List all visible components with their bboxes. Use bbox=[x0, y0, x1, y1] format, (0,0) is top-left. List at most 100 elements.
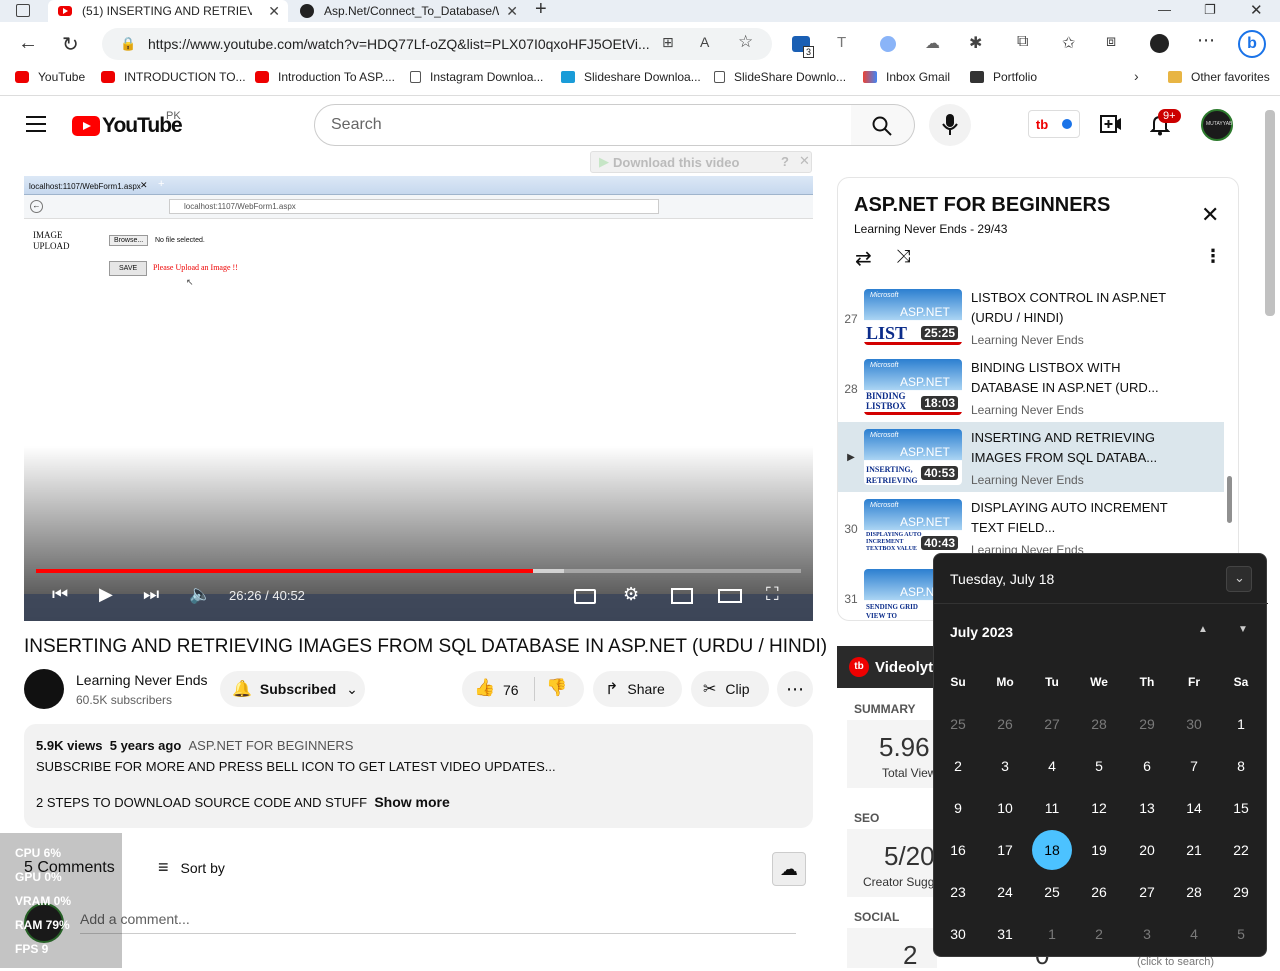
calendar-day[interactable]: 1 bbox=[1218, 704, 1264, 744]
next-month-icon[interactable]: ▼ bbox=[1238, 624, 1248, 635]
previous-month-icon[interactable]: ▲ bbox=[1198, 624, 1208, 635]
dislike-icon[interactable]: 👎 bbox=[546, 678, 567, 698]
other-favorites[interactable]: Other favorites bbox=[1168, 70, 1270, 84]
subscribed-button[interactable]: 🔔 Subscribed ⌄ bbox=[220, 671, 365, 707]
create-video-icon[interactable] bbox=[1100, 115, 1122, 133]
calendar-day[interactable]: 8 bbox=[1218, 746, 1264, 786]
theater-mode-icon[interactable] bbox=[718, 589, 742, 603]
bookmark-slideshare-1[interactable]: Slideshare Downloa... bbox=[561, 70, 701, 84]
calendar-day[interactable]: 3 bbox=[982, 746, 1028, 786]
voice-search-button[interactable] bbox=[929, 104, 971, 146]
bookmark-instagram[interactable]: Instagram Downloa... bbox=[410, 70, 543, 84]
sort-by-button[interactable]: ≡ Sort by bbox=[158, 857, 225, 878]
calendar-day[interactable]: 15 bbox=[1218, 788, 1264, 828]
close-tab-icon[interactable]: ✕ bbox=[506, 3, 518, 20]
play-icon[interactable]: ▶ bbox=[99, 584, 113, 605]
calendar-day[interactable]: 30 bbox=[1171, 704, 1217, 744]
volume-icon[interactable]: 🔈 bbox=[189, 584, 211, 605]
cloud-extension-icon[interactable]: ☁ bbox=[772, 852, 806, 886]
add-comment-input[interactable]: Add a comment... bbox=[80, 911, 796, 934]
calendar-day[interactable]: 21 bbox=[1171, 830, 1217, 870]
share-button[interactable]: ↱ Share bbox=[593, 671, 682, 707]
calendar-day[interactable]: 27 bbox=[1029, 704, 1075, 744]
minimize-icon[interactable]: — bbox=[1158, 2, 1171, 17]
search-hint[interactable]: (click to search) bbox=[1137, 956, 1214, 968]
close-tab-icon[interactable]: ✕ bbox=[268, 3, 280, 20]
calendar-day[interactable]: 6 bbox=[1124, 746, 1170, 786]
bookmark-portfolio[interactable]: Portfolio bbox=[970, 70, 1037, 84]
like-icon[interactable]: 👍 bbox=[474, 678, 495, 698]
previous-icon[interactable]: ⏮ bbox=[52, 584, 68, 605]
calendar-day-today[interactable]: 18 bbox=[1029, 830, 1075, 870]
calendar-day[interactable]: 22 bbox=[1218, 830, 1264, 870]
collapse-calendar-button[interactable]: ⌄ bbox=[1226, 566, 1252, 592]
more-menu-icon[interactable]: ⋯ bbox=[1197, 30, 1215, 51]
more-actions-icon[interactable]: ⋯ bbox=[777, 671, 813, 707]
captions-icon[interactable] bbox=[574, 589, 596, 604]
close-icon[interactable]: ✕ bbox=[799, 153, 810, 169]
fullscreen-icon[interactable]: ⛶ bbox=[766, 584, 779, 605]
calendar-day[interactable]: 1 bbox=[1029, 914, 1075, 954]
calendar-day[interactable]: 11 bbox=[1029, 788, 1075, 828]
channel-name[interactable]: Learning Never Ends bbox=[76, 672, 208, 688]
calendar-day[interactable]: 29 bbox=[1124, 704, 1170, 744]
next-icon[interactable]: ⏭ bbox=[143, 584, 159, 605]
search-extension-icon[interactable] bbox=[880, 36, 896, 52]
search-input[interactable]: Search bbox=[314, 104, 852, 146]
calendar-day[interactable]: 5 bbox=[1218, 914, 1264, 954]
search-button[interactable] bbox=[851, 104, 915, 146]
miniplayer-icon[interactable] bbox=[671, 588, 693, 604]
calendar-day[interactable]: 26 bbox=[982, 704, 1028, 744]
download-video-bar[interactable]: ▶ Download this video ? ✕ bbox=[590, 151, 812, 173]
calendar-day[interactable]: 26 bbox=[1076, 872, 1122, 912]
tab-youtube[interactable]: (51) INSERTING AND RETRIEVING ✕ bbox=[48, 0, 288, 22]
calendar-day[interactable]: 4 bbox=[1029, 746, 1075, 786]
calendar-day[interactable]: 31 bbox=[982, 914, 1028, 954]
menu-icon[interactable] bbox=[26, 116, 46, 132]
calendar-day[interactable]: 7 bbox=[1171, 746, 1217, 786]
calendar-day[interactable]: 27 bbox=[1124, 872, 1170, 912]
calendar-day[interactable]: 5 bbox=[1076, 746, 1122, 786]
calendar-day[interactable]: 28 bbox=[1076, 704, 1122, 744]
calendar-day[interactable]: 20 bbox=[1124, 830, 1170, 870]
playlist-title[interactable]: ASP.NET FOR BEGINNERS bbox=[854, 194, 1110, 217]
page-scrollbar[interactable] bbox=[1265, 110, 1275, 316]
playlist-item[interactable]: 30 Microsoft ASP.NET DISPLAYING AUTO INC… bbox=[838, 492, 1224, 562]
calendar-day[interactable]: 28 bbox=[1171, 872, 1217, 912]
address-bar[interactable]: 🔒 https://www.youtube.com/watch?v=HDQ77L… bbox=[102, 28, 772, 60]
profile-icon[interactable] bbox=[1150, 34, 1169, 53]
more-vert-icon[interactable]: ⋮ bbox=[1204, 246, 1222, 267]
bookmark-youtube[interactable]: YouTube bbox=[15, 70, 85, 84]
vpn-extension-icon[interactable]: ☁ bbox=[925, 34, 940, 52]
calendar-day[interactable]: 4 bbox=[1171, 914, 1217, 954]
app-available-icon[interactable]: ⊞ bbox=[662, 34, 674, 51]
progress-bar[interactable] bbox=[36, 569, 801, 573]
tubebuddy-button[interactable]: tb bbox=[1028, 110, 1080, 138]
playlist-link[interactable]: ASP.NET FOR BEGINNERS bbox=[189, 738, 354, 753]
calendar-day[interactable]: 25 bbox=[1029, 872, 1075, 912]
channel-avatar[interactable] bbox=[24, 669, 64, 709]
calendar-day[interactable]: 10 bbox=[982, 788, 1028, 828]
calendar-day[interactable]: 12 bbox=[1076, 788, 1122, 828]
calendar-day[interactable]: 2 bbox=[935, 746, 981, 786]
calendar-day[interactable]: 3 bbox=[1124, 914, 1170, 954]
calendar-day[interactable]: 13 bbox=[1124, 788, 1170, 828]
close-window-icon[interactable]: ✕ bbox=[1250, 1, 1263, 19]
playlist-scrollbar[interactable] bbox=[1227, 476, 1232, 523]
close-icon[interactable]: ✕ bbox=[1201, 202, 1219, 228]
favorites-icon[interactable]: ✩ bbox=[1062, 33, 1075, 53]
calendar-day[interactable]: 30 bbox=[935, 914, 981, 954]
bookmark-slideshare-2[interactable]: SlideShare Downlo... bbox=[714, 70, 846, 84]
shuffle-icon[interactable]: ⤨ bbox=[896, 246, 910, 267]
bing-copilot-icon[interactable]: b bbox=[1238, 30, 1266, 58]
description-box[interactable]: 5.9K views 5 years ago ASP.NET FOR BEGIN… bbox=[24, 724, 813, 828]
calendar-day[interactable]: 24 bbox=[982, 872, 1028, 912]
split-screen-icon[interactable]: ⧉ bbox=[1017, 33, 1028, 51]
collections-icon[interactable]: ⧈ bbox=[1106, 33, 1116, 51]
bookmark-introduction[interactable]: INTRODUCTION TO... bbox=[101, 70, 246, 84]
calendar-day[interactable]: 14 bbox=[1171, 788, 1217, 828]
playlist-item[interactable]: 28 Microsoft ASP.NET BINDING LISTBOX WIT… bbox=[838, 352, 1224, 422]
tab-github[interactable]: Asp.Net/Connect_To_Database/W ✕ bbox=[290, 0, 526, 22]
back-icon[interactable]: ← bbox=[18, 32, 38, 55]
new-tab-icon[interactable]: + bbox=[535, 0, 547, 21]
